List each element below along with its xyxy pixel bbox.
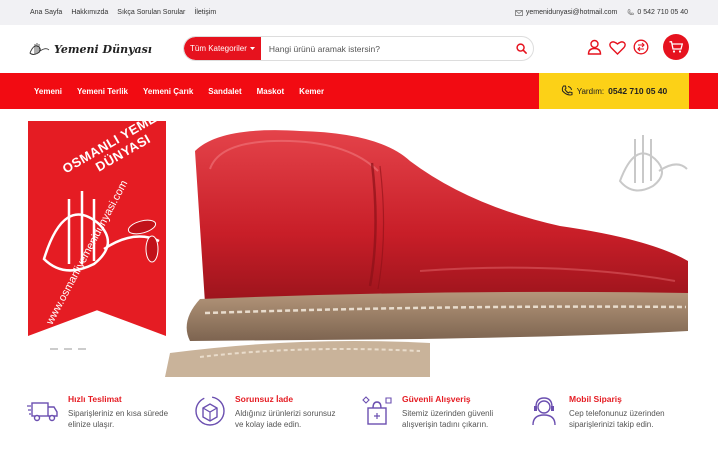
feature-title: Güvenli Alışveriş [402, 394, 471, 404]
feature-desc: elinize ulaşır. [68, 420, 115, 429]
feature-desc: siparişlerinizi takip edin. [569, 420, 654, 429]
feature-secure-shopping: Güvenli Alışveriş Sitemiz üzerinden güve… [360, 394, 527, 430]
top-phone-text: 0 542 710 05 40 [637, 9, 688, 16]
help-box[interactable]: Yardım: 0542 710 05 40 [539, 73, 689, 109]
nav-items: Yemeni Yemeni Terlik Yemeni Çarık Sandal… [34, 87, 324, 96]
feature-desc: alışverişin tadını çıkarın. [402, 420, 489, 429]
phone-icon [628, 9, 635, 16]
site-logo[interactable]: Yemeni Dünyası [28, 41, 178, 57]
favorites-button[interactable] [609, 37, 626, 57]
feature-title: Hızlı Teslimat [68, 394, 122, 404]
heart-icon [609, 40, 626, 55]
top-link-contact[interactable]: İletişim [194, 9, 216, 16]
nav-item-maskot[interactable]: Maskot [257, 87, 285, 96]
slider-dots [50, 348, 86, 350]
cart-icon [669, 41, 683, 53]
top-phone[interactable]: 0 542 710 05 40 [627, 9, 688, 16]
mobile-support-icon [532, 397, 556, 426]
feature-mobile-order: Mobil Sipariş Cep telefonunuz üzerinden … [527, 394, 694, 430]
feature-desc: ve kolay iade edin. [235, 420, 302, 429]
search-input[interactable] [260, 43, 509, 54]
compare-button[interactable] [632, 37, 649, 57]
features-row: Hızlı Teslimat Siparişleriniz en kısa sü… [0, 394, 718, 430]
account-button[interactable] [586, 37, 603, 57]
feature-title: Sorunsuz İade [235, 394, 294, 404]
compare-icon [633, 39, 648, 55]
search-icon [515, 43, 527, 54]
feature-desc: Aldığınız ürünlerizi sorunsuz [235, 409, 336, 418]
slider-dot[interactable] [50, 348, 58, 350]
top-contact: yemenidunyasi@hotmail.com 0 542 710 05 4… [514, 9, 688, 16]
phone-call-icon [561, 85, 573, 96]
feature-title: Mobil Sipariş [569, 394, 622, 404]
nav-item-yemeni[interactable]: Yemeni [34, 87, 62, 96]
slider-dot[interactable] [64, 348, 72, 350]
nav-item-sandalet[interactable]: Sandalet [208, 87, 241, 96]
nav-item-yemeni-terlik[interactable]: Yemeni Terlik [77, 87, 128, 96]
header: Yemeni Dünyası Tüm Kategoriler [0, 25, 718, 73]
slider-dot[interactable] [78, 348, 86, 350]
tughra-watermark-icon [618, 135, 688, 192]
top-link-home[interactable]: Ana Sayfa [30, 9, 62, 16]
search-button[interactable] [509, 37, 533, 60]
tughra-logo-icon [29, 43, 50, 55]
return-box-icon [195, 396, 225, 426]
top-bar: Ana Sayfa Hakkımızda Sıkça Sorulan Sorul… [0, 0, 718, 25]
feature-desc: Cep telefonunuz üzerinden [569, 409, 665, 418]
help-phone: 0542 710 05 40 [608, 86, 668, 96]
feature-desc: Siparişleriniz en kısa sürede [68, 409, 169, 418]
brand-banner: OSMANLI YEMENİ DÜNYASI www.osmanliyemeni… [28, 121, 166, 336]
top-link-about[interactable]: Hakkımızda [71, 9, 108, 16]
cart-button[interactable] [663, 34, 689, 60]
user-icon [587, 39, 602, 55]
hero-slider[interactable]: OSMANLI YEMENİ DÜNYASI www.osmanliyemeni… [0, 121, 718, 377]
main-nav: Yemeni Yemeni Terlik Yemeni Çarık Sandal… [0, 73, 718, 109]
header-icons [586, 37, 649, 57]
help-label: Yardım: [576, 86, 605, 96]
search-bar: Tüm Kategoriler [183, 36, 534, 61]
top-link-faq[interactable]: Sıkça Sorulan Sorular [117, 9, 185, 16]
chevron-down-icon [249, 46, 255, 50]
logo-text: Yemeni Dünyası [54, 42, 152, 56]
feature-desc: Sitemiz üzerinden güvenli [402, 409, 494, 418]
feature-fast-delivery: Hızlı Teslimat Siparişleriniz en kısa sü… [26, 394, 193, 430]
secure-shopping-icon [362, 396, 392, 425]
category-select[interactable]: Tüm Kategoriler [184, 37, 261, 60]
mail-icon [514, 9, 523, 16]
delivery-truck-icon [27, 402, 58, 422]
top-links: Ana Sayfa Hakkımızda Sıkça Sorulan Sorul… [30, 9, 216, 16]
top-email[interactable]: yemenidunyasi@hotmail.com [514, 9, 618, 16]
nav-item-yemeni-carik[interactable]: Yemeni Çarık [143, 87, 193, 96]
category-select-label: Tüm Kategoriler [190, 44, 247, 53]
top-email-text: yemenidunyasi@hotmail.com [525, 9, 618, 16]
feature-easy-return: Sorunsuz İade Aldığınız ürünlerizi sorun… [193, 394, 360, 430]
nav-item-kemer[interactable]: Kemer [299, 87, 324, 96]
